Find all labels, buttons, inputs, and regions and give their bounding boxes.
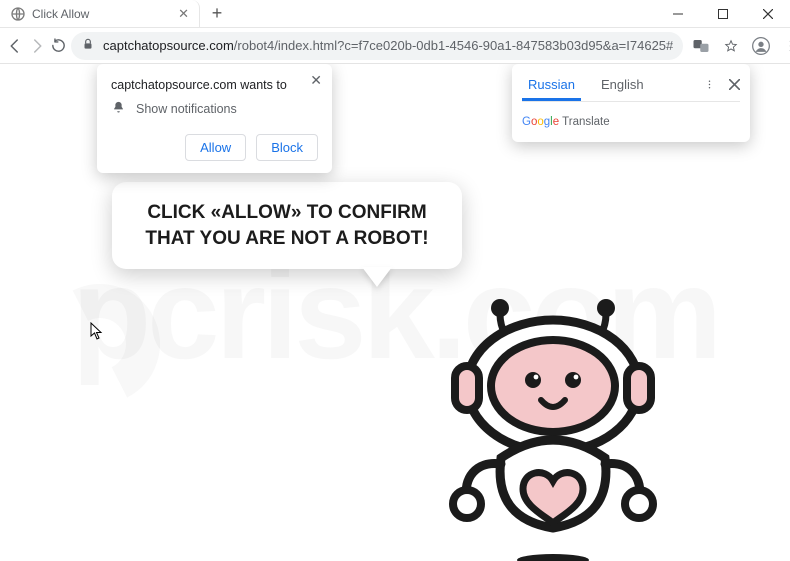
translate-tab-russian[interactable]: Russian — [522, 70, 581, 101]
address-bar[interactable]: captchatopsource.com/robot4/index.html?c… — [71, 32, 683, 60]
translate-close-button[interactable] — [729, 78, 740, 93]
bookmark-star-button[interactable] — [717, 32, 745, 60]
window-minimize-button[interactable] — [655, 0, 700, 27]
kebab-icon — [704, 79, 715, 90]
bubble-tail — [362, 267, 392, 287]
avatar-icon — [751, 36, 771, 56]
nav-back-button[interactable] — [6, 32, 24, 60]
page-content: pcrisk.com ✕ captchatopsource.com wants … — [0, 64, 790, 561]
window-controls — [655, 0, 790, 27]
translate-icon — [692, 37, 710, 55]
popup-title: captchatopsource.com wants to — [111, 78, 318, 92]
globe-icon — [10, 6, 26, 22]
nav-back-icon — [6, 37, 24, 55]
lock-icon — [81, 37, 95, 54]
menu-icon — [783, 38, 790, 54]
browser-menu-button[interactable] — [777, 32, 790, 60]
nav-reload-button[interactable] — [50, 32, 67, 60]
window-close-button[interactable] — [745, 0, 790, 27]
translate-popup: Russian English Google Translate — [512, 64, 750, 142]
popup-close-button[interactable]: ✕ — [310, 72, 322, 89]
popup-permission-row: Show notifications — [111, 100, 318, 118]
window-maximize-button[interactable] — [700, 0, 745, 27]
mouse-cursor-icon — [90, 322, 104, 343]
toolbar-right — [687, 32, 790, 60]
bubble-text: CLICK «ALLOW» TO CONFIRM THAT YOU ARE NO… — [134, 200, 440, 251]
translate-tab-english[interactable]: English — [595, 70, 650, 101]
watermark-swoosh — [24, 268, 175, 419]
bell-icon — [111, 100, 126, 118]
translate-button[interactable] — [687, 32, 715, 60]
star-icon — [724, 39, 738, 53]
nav-forward-button[interactable] — [28, 32, 46, 60]
allow-button[interactable]: Allow — [185, 134, 246, 161]
block-button[interactable]: Block — [256, 134, 318, 161]
window-close-icon — [763, 9, 773, 19]
tab-close-icon[interactable]: ✕ — [178, 6, 189, 22]
nav-forward-icon — [28, 37, 46, 55]
url-host: captchatopsource.com — [103, 38, 234, 53]
notification-permission-popup: ✕ captchatopsource.com wants to Show not… — [97, 64, 332, 173]
translate-options-button[interactable] — [704, 78, 715, 93]
profile-avatar-button[interactable] — [747, 32, 775, 60]
window-minimize-icon — [673, 9, 683, 19]
window-maximize-icon — [718, 9, 728, 19]
reload-icon — [50, 37, 67, 54]
speech-bubble: CLICK «ALLOW» TO CONFIRM THAT YOU ARE NO… — [112, 182, 462, 269]
url-text: captchatopsource.com/robot4/index.html?c… — [103, 38, 673, 53]
plus-icon: + — [212, 3, 223, 24]
browser-toolbar: captchatopsource.com/robot4/index.html?c… — [0, 28, 790, 64]
url-path: /robot4/index.html?c=f7ce020b-0db1-4546-… — [234, 38, 673, 53]
popup-permission-label: Show notifications — [136, 102, 237, 116]
tab-title: Click Allow — [32, 7, 172, 21]
robot-illustration — [423, 268, 683, 561]
new-tab-button[interactable]: + — [200, 0, 234, 27]
close-icon — [729, 79, 740, 90]
google-translate-label: Google Translate — [522, 116, 740, 128]
browser-tab[interactable]: Click Allow ✕ — [0, 0, 200, 27]
window-titlebar: Click Allow ✕ + — [0, 0, 790, 28]
